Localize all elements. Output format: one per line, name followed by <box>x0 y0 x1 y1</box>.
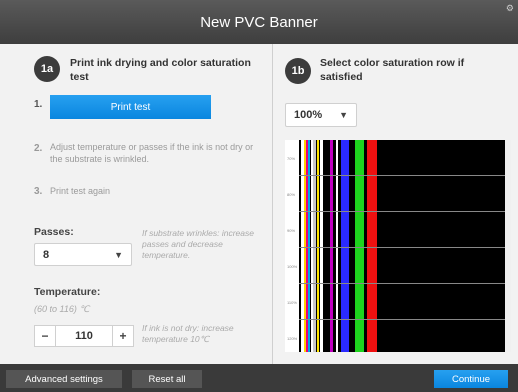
temperature-label: Temperature: <box>34 286 101 298</box>
temperature-hint: If ink is not dry: increase temperature … <box>142 323 234 344</box>
step-2-text: Adjust temperature or passes if the ink … <box>50 142 254 164</box>
passes-hint: If substrate wrinkles: increase passes a… <box>142 228 254 260</box>
title-bar: New PVC Banner ⚙ <box>0 0 518 44</box>
row-label: 70% <box>287 156 296 161</box>
preview-right-edge <box>505 140 511 352</box>
color-band-red <box>367 140 377 352</box>
step-3-number: 3. <box>34 186 43 197</box>
saturation-select[interactable]: 100% ▼ <box>285 103 357 127</box>
color-band-white-4 <box>336 140 338 352</box>
color-band-gray <box>313 140 316 352</box>
temperature-range: (60 to 116) ℃ <box>34 304 90 314</box>
color-band-yellow-2 <box>317 140 319 352</box>
step-2-number: 2. <box>34 143 43 154</box>
row-separator <box>299 283 505 284</box>
step-1-number: 1. <box>34 99 43 110</box>
color-band-purple <box>330 140 333 352</box>
reset-all-button[interactable]: Reset all <box>132 370 202 388</box>
gear-icon[interactable]: ⚙ <box>506 3 514 14</box>
step-badge-1b: 1b <box>285 58 311 84</box>
color-band-white-3 <box>320 140 323 352</box>
color-band-cyan <box>308 140 310 352</box>
step-3-text: Print test again <box>50 186 111 196</box>
print-test-button[interactable]: Print test <box>50 95 211 119</box>
step-1a-title: Print ink drying and color saturation te… <box>70 57 251 83</box>
row-label: 90% <box>287 228 296 233</box>
row-label: 120% <box>287 336 298 341</box>
temperature-increase-button[interactable]: + <box>112 325 134 347</box>
step-badge-1a: 1a <box>34 56 60 82</box>
footer-bar: Advanced settings Reset all Continue <box>0 364 518 392</box>
row-label: 80% <box>287 192 296 197</box>
saturation-test-preview[interactable]: 70% 80% 90% 100% 110% 120% <box>285 140 511 352</box>
chevron-down-icon: ▼ <box>114 249 123 260</box>
saturation-value: 100% <box>294 109 323 121</box>
left-panel <box>0 44 272 364</box>
temperature-decrease-button[interactable]: − <box>34 325 56 347</box>
window-title: New PVC Banner <box>200 13 318 31</box>
step-1b-title: Select color saturation row if satisfied <box>320 57 465 83</box>
advanced-settings-button[interactable]: Advanced settings <box>6 370 122 388</box>
row-separator <box>299 247 505 248</box>
preview-margin <box>285 140 299 352</box>
row-label: 100% <box>287 264 298 269</box>
row-label: 110% <box>287 300 297 305</box>
color-band-green <box>355 140 364 352</box>
row-separator <box>299 175 505 176</box>
color-band-blue <box>341 140 349 352</box>
row-separator <box>299 319 505 320</box>
chevron-down-icon: ▼ <box>339 110 348 120</box>
passes-select[interactable]: 8 ▼ <box>34 243 132 266</box>
passes-value: 8 <box>43 248 50 261</box>
row-separator <box>299 211 505 212</box>
continue-button[interactable]: Continue <box>434 370 508 388</box>
passes-label: Passes: <box>34 226 74 238</box>
temperature-value[interactable]: 110 <box>56 325 112 347</box>
